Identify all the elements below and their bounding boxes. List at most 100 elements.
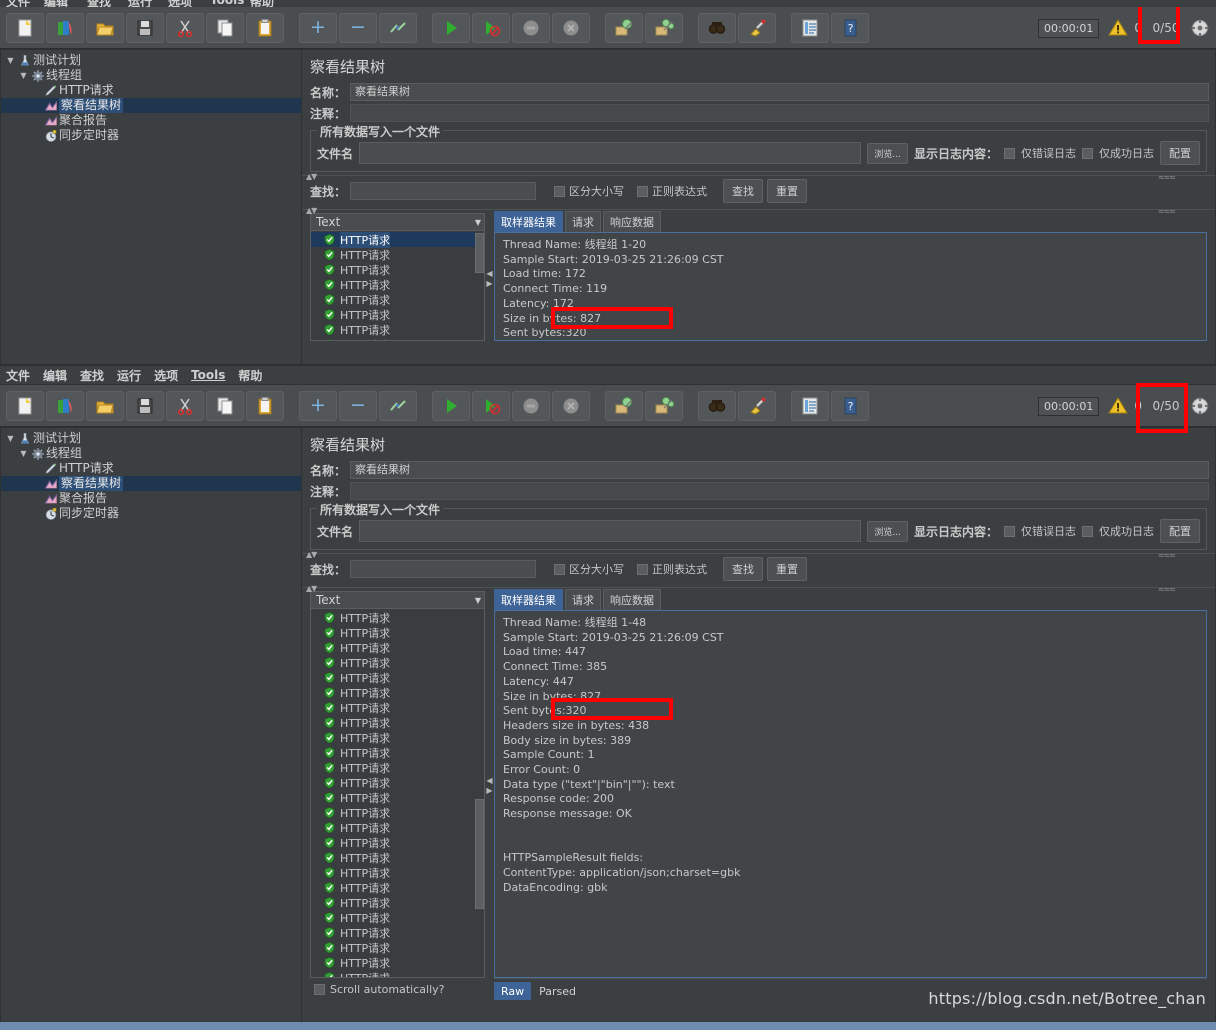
bottom-filename-input[interactable] [359,520,862,542]
sampler-list-scrollbar-thumb[interactable] [475,799,484,909]
chevron-down-icon[interactable]: ▼ [5,434,16,443]
sampler-list-item[interactable]: HTTP请求 [311,337,484,340]
result-tab-response-data[interactable]: 响应数据 [603,211,661,232]
result-tab-sampler-result[interactable]: 取样器结果 [494,589,563,610]
top-case-sensitive-checkbox[interactable] [554,185,566,197]
top-browse-button[interactable]: 浏览... [867,142,908,164]
top-filename-input[interactable] [359,142,862,164]
bottom-regex-checkbox[interactable] [637,563,649,575]
toolbar-paste-button[interactable] [246,12,284,43]
toolbar-templates-button[interactable] [46,12,84,43]
sampler-list-item[interactable]: HTTP请求 [311,262,484,277]
menu-item-file-top[interactable]: 文件 [6,0,30,7]
toolbar-add-button[interactable]: + [299,390,337,421]
bottom-success-only-checkbox[interactable] [1082,525,1093,537]
sampler-list-item[interactable]: HTTP请求 [311,925,484,940]
toolbar-clear-all-button[interactable] [645,390,683,421]
bottom-reset-button[interactable]: 重置 [767,557,808,581]
toolbar-shutdown-button[interactable] [552,12,590,43]
tree-item-http-request[interactable]: HTTP请求 [1,461,301,476]
top-test-plan-tree[interactable]: ▼ 测试计划 ▼ 线程组 HTTP请求 察看结果树 聚合报告 同步定时器 [0,49,302,365]
toolbar-stop-button[interactable] [512,390,550,421]
tree-item-view-results-tree[interactable]: 察看结果树 [1,98,301,113]
toolbar-open-button[interactable] [86,390,124,421]
toolbar-clear-button[interactable] [605,12,643,43]
sampler-list-item[interactable]: HTTP请求 [311,940,484,955]
toolbar-new-button[interactable] [6,12,44,43]
top-search-input[interactable] [350,182,537,200]
sampler-list-item[interactable]: HTTP请求 [311,970,484,977]
top-result-tabs[interactable]: 取样器结果 请求 响应数据 [494,211,1207,232]
tree-item-thread-group[interactable]: ▼ 线程组 [1,68,301,83]
toolbar-toggle-button[interactable] [379,390,417,421]
top-name-input[interactable]: 察看结果树 [350,83,1209,101]
bottom-errors-only-checkbox[interactable] [1004,525,1015,537]
menu-item-edit[interactable]: 编辑 [43,367,67,384]
sampler-list-item[interactable]: HTTP请求 [311,292,484,307]
sampler-list-item[interactable]: HTTP请求 [311,277,484,292]
toolbar-search-reset-button[interactable] [738,390,776,421]
toolbar-remove-button[interactable]: − [339,390,377,421]
bottom-comment-input[interactable] [350,482,1209,500]
tree-item-thread-group[interactable]: ▼ 线程组 [1,446,301,461]
bottom-browse-button[interactable]: 浏览... [867,520,908,542]
tree-item-aggregate-report[interactable]: 聚合报告 [1,491,301,506]
toolbar-copy-button[interactable] [206,390,244,421]
result-tab-request[interactable]: 请求 [565,211,601,232]
sampler-list-item[interactable]: HTTP请求 [311,820,484,835]
menu-item-options[interactable]: 选项 [154,367,178,384]
sampler-list-item[interactable]: HTTP请求 [311,730,484,745]
toolbar-open-button[interactable] [86,12,124,43]
bottom-menubar[interactable]: 文件 编辑 查找 运行 选项 Tools 帮助 [0,366,1216,385]
tree-item-http-request[interactable]: HTTP请求 [1,83,301,98]
toolbar-cut-button[interactable] [166,12,204,43]
sampler-list-item[interactable]: HTTP请求 [311,322,484,337]
parsed-tab[interactable]: Parsed [533,983,582,1000]
toolbar-stop-button[interactable] [512,12,550,43]
sampler-list-item[interactable]: HTTP请求 [311,231,484,248]
toolbar-function-helper-button[interactable] [791,12,829,43]
sampler-list-item[interactable]: HTTP请求 [311,775,484,790]
bottom-results-splitter[interactable]: ◀ ▶ [485,591,494,978]
top-sampler-list[interactable]: HTTP请求 HTTP请求 HTTP请求 HTTP请求 HTTP请求 HTTP请求 HTTP… [310,231,485,341]
warning-indicator[interactable]: 0 [1108,18,1142,38]
bottom-case-sensitive-checkbox[interactable] [554,563,566,575]
toolbar-toggle-button[interactable] [379,12,417,43]
bottom-divider-2[interactable]: ▲▼ ≈≈≈ [302,584,1215,594]
sampler-list-item[interactable]: HTTP请求 [311,865,484,880]
toolbar-templates-button[interactable] [46,390,84,421]
sampler-list-item[interactable]: HTTP请求 [311,685,484,700]
scroll-automatically-checkbox[interactable] [314,983,325,995]
tree-item-test-plan[interactable]: ▼ 测试计划 [1,53,301,68]
result-tab-request[interactable]: 请求 [565,589,601,610]
sampler-list-item[interactable]: HTTP请求 [311,895,484,910]
menu-item-search[interactable]: 查找 [80,367,104,384]
sampler-list-item[interactable]: HTTP请求 [311,910,484,925]
toolbar-save-button[interactable] [126,390,164,421]
sampler-list-item[interactable]: HTTP请求 [311,655,484,670]
sampler-list-item[interactable]: HTTP请求 [311,835,484,850]
top-comment-input[interactable] [350,104,1209,122]
toolbar-remove-button[interactable]: − [339,12,377,43]
bottom-test-plan-tree[interactable]: ▼ 测试计划 ▼ 线程组 HTTP请求 察看结果树 聚合报告 同步定时器 [0,427,302,1023]
tree-item-test-plan[interactable]: ▼ 测试计划 [1,431,301,446]
sampler-list-scrollbar[interactable] [475,609,484,977]
tree-item-sync-timer[interactable]: 同步定时器 [1,128,301,143]
bottom-renderer-combo[interactable]: Text ▼ [310,591,485,609]
sampler-list-item[interactable]: HTTP请求 [311,805,484,820]
menu-item-file[interactable]: 文件 [6,367,30,384]
top-configure-button[interactable]: 配置 [1160,141,1200,165]
toolbar-search-button[interactable] [698,390,736,421]
sampler-list-item[interactable]: HTTP请求 [311,715,484,730]
toolbar-help-button[interactable]: ? [831,12,869,43]
top-reset-button[interactable]: 重置 [767,179,808,203]
bottom-find-button[interactable]: 查找 [723,557,764,581]
toolbar-function-helper-button[interactable] [791,390,829,421]
sampler-list-item[interactable]: HTTP请求 [311,790,484,805]
toolbar-add-button[interactable]: + [299,12,337,43]
sampler-list-item[interactable]: HTTP请求 [311,880,484,895]
sampler-list-item[interactable]: HTTP请求 [311,640,484,655]
top-results-splitter[interactable]: ◀ ▶ [485,213,494,341]
chevron-down-icon[interactable]: ▼ [18,449,29,458]
result-tab-sampler-result[interactable]: 取样器结果 [494,211,563,232]
